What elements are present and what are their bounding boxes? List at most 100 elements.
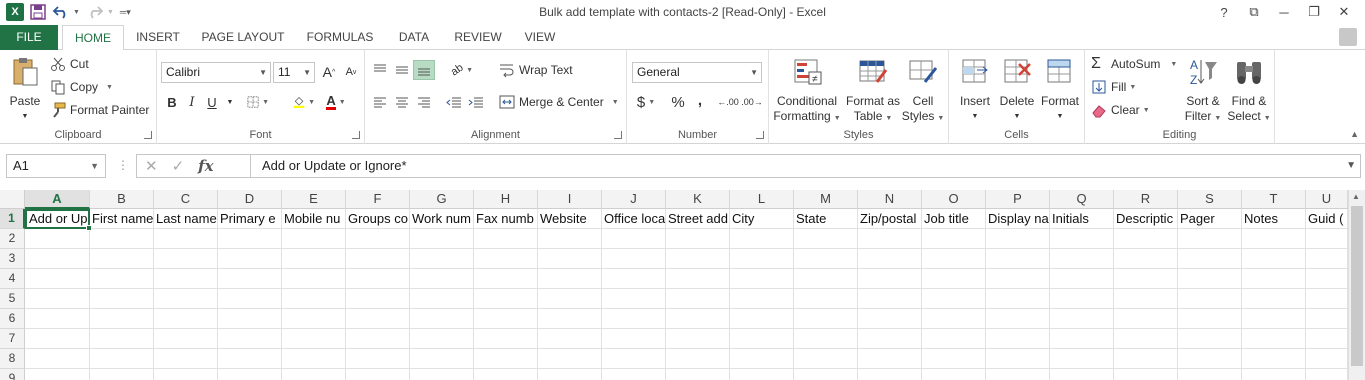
cell-m4[interactable] <box>794 269 858 289</box>
cell-h2[interactable] <box>474 229 538 249</box>
cell-b9[interactable] <box>90 369 154 380</box>
user-avatar-icon[interactable] <box>1339 28 1357 46</box>
scroll-up-icon[interactable]: ▲ <box>1352 192 1360 201</box>
cell-l1[interactable]: City <box>730 209 794 229</box>
cell-m3[interactable] <box>794 249 858 269</box>
cell-j7[interactable] <box>602 329 666 349</box>
number-format-select[interactable]: General ▼ <box>632 62 762 83</box>
decrease-decimal-button[interactable]: .00→ <box>741 92 763 112</box>
cell-n9[interactable] <box>858 369 922 380</box>
cell-t7[interactable] <box>1242 329 1306 349</box>
cell-k1[interactable]: Street add <box>666 209 730 229</box>
cell-m6[interactable] <box>794 309 858 329</box>
decrease-indent-button[interactable] <box>443 92 465 112</box>
cell-e3[interactable] <box>282 249 346 269</box>
merge-center-button[interactable]: Merge & Center ▼ <box>499 94 619 110</box>
cell-e9[interactable] <box>282 369 346 380</box>
cell-p4[interactable] <box>986 269 1050 289</box>
cell-q1[interactable]: Initials <box>1050 209 1114 229</box>
cell-k2[interactable] <box>666 229 730 249</box>
cell-c6[interactable] <box>154 309 218 329</box>
scrollbar-thumb[interactable] <box>1351 206 1363 366</box>
cell-h4[interactable] <box>474 269 538 289</box>
cell-g9[interactable] <box>410 369 474 380</box>
cell-r5[interactable] <box>1114 289 1178 309</box>
cell-e4[interactable] <box>282 269 346 289</box>
cell-styles-button[interactable]: Cell Styles ▼ <box>901 56 945 126</box>
cell-p2[interactable] <box>986 229 1050 249</box>
cell-r2[interactable] <box>1114 229 1178 249</box>
cell-r8[interactable] <box>1114 349 1178 369</box>
column-header-h[interactable]: H <box>474 190 538 209</box>
cell-j5[interactable] <box>602 289 666 309</box>
cell-o3[interactable] <box>922 249 986 269</box>
cell-s3[interactable] <box>1178 249 1242 269</box>
row-header-7[interactable]: 7 <box>0 329 25 349</box>
cell-r3[interactable] <box>1114 249 1178 269</box>
select-all-corner[interactable] <box>0 190 25 209</box>
minimize-button[interactable]: ─ <box>1269 2 1299 22</box>
cell-l8[interactable] <box>730 349 794 369</box>
tab-home[interactable]: HOME <box>62 25 124 51</box>
cell-a4[interactable] <box>25 269 90 289</box>
cell-b8[interactable] <box>90 349 154 369</box>
format-cells-button[interactable]: Format ▼ <box>1039 56 1081 124</box>
cell-t4[interactable] <box>1242 269 1306 289</box>
cell-d8[interactable] <box>218 349 282 369</box>
cell-g6[interactable] <box>410 309 474 329</box>
column-header-c[interactable]: C <box>154 190 218 209</box>
find-select-button[interactable]: Find & Select ▼ <box>1225 56 1273 126</box>
paste-button[interactable]: Paste ▼ <box>6 56 44 124</box>
cell-p5[interactable] <box>986 289 1050 309</box>
column-header-j[interactable]: J <box>602 190 666 209</box>
cut-button[interactable]: Cut <box>50 56 89 72</box>
insert-cells-button[interactable]: Insert ▼ <box>955 56 995 124</box>
cell-n5[interactable] <box>858 289 922 309</box>
column-header-t[interactable]: T <box>1242 190 1306 209</box>
cell-a6[interactable] <box>25 309 90 329</box>
cell-b4[interactable] <box>90 269 154 289</box>
cell-s1[interactable]: Pager <box>1178 209 1242 229</box>
cell-s6[interactable] <box>1178 309 1242 329</box>
format-painter-button[interactable]: Format Painter <box>50 102 149 118</box>
cell-n6[interactable] <box>858 309 922 329</box>
cell-i9[interactable] <box>538 369 602 380</box>
column-header-u[interactable]: U <box>1306 190 1348 209</box>
row-header-3[interactable]: 3 <box>0 249 25 269</box>
align-center-button[interactable] <box>391 92 413 112</box>
cell-f4[interactable] <box>346 269 410 289</box>
cell-e6[interactable] <box>282 309 346 329</box>
cell-m2[interactable] <box>794 229 858 249</box>
percent-button[interactable]: % <box>667 92 689 112</box>
font-size-select[interactable]: 11 ▼ <box>273 62 315 83</box>
cell-m1[interactable]: State <box>794 209 858 229</box>
ribbon-display-options-button[interactable]: ⧉ <box>1239 2 1269 22</box>
cell-j4[interactable] <box>602 269 666 289</box>
cell-o1[interactable]: Job title <box>922 209 986 229</box>
wrap-text-button[interactable]: Wrap Text <box>499 62 573 78</box>
cell-b1[interactable]: First name <box>90 209 154 229</box>
font-name-select[interactable]: Calibri ▼ <box>161 62 271 83</box>
font-launcher-icon[interactable] <box>352 131 360 139</box>
cell-b3[interactable] <box>90 249 154 269</box>
cell-k4[interactable] <box>666 269 730 289</box>
vertical-scrollbar[interactable]: ▲ <box>1348 190 1365 380</box>
column-header-f[interactable]: F <box>346 190 410 209</box>
cell-i4[interactable] <box>538 269 602 289</box>
cell-h9[interactable] <box>474 369 538 380</box>
column-header-p[interactable]: P <box>986 190 1050 209</box>
cell-j8[interactable] <box>602 349 666 369</box>
increase-indent-button[interactable] <box>465 92 487 112</box>
row-header-9[interactable]: 9 <box>0 369 25 380</box>
name-box[interactable]: A1 ▼ <box>6 154 106 178</box>
cell-q2[interactable] <box>1050 229 1114 249</box>
cell-r6[interactable] <box>1114 309 1178 329</box>
enter-icon[interactable]: ✓ <box>172 157 185 175</box>
cell-t1[interactable]: Notes <box>1242 209 1306 229</box>
cell-h1[interactable]: Fax numb <box>474 209 538 229</box>
cell-e2[interactable] <box>282 229 346 249</box>
cell-u4[interactable] <box>1306 269 1348 289</box>
cell-j3[interactable] <box>602 249 666 269</box>
cell-f7[interactable] <box>346 329 410 349</box>
cell-o8[interactable] <box>922 349 986 369</box>
